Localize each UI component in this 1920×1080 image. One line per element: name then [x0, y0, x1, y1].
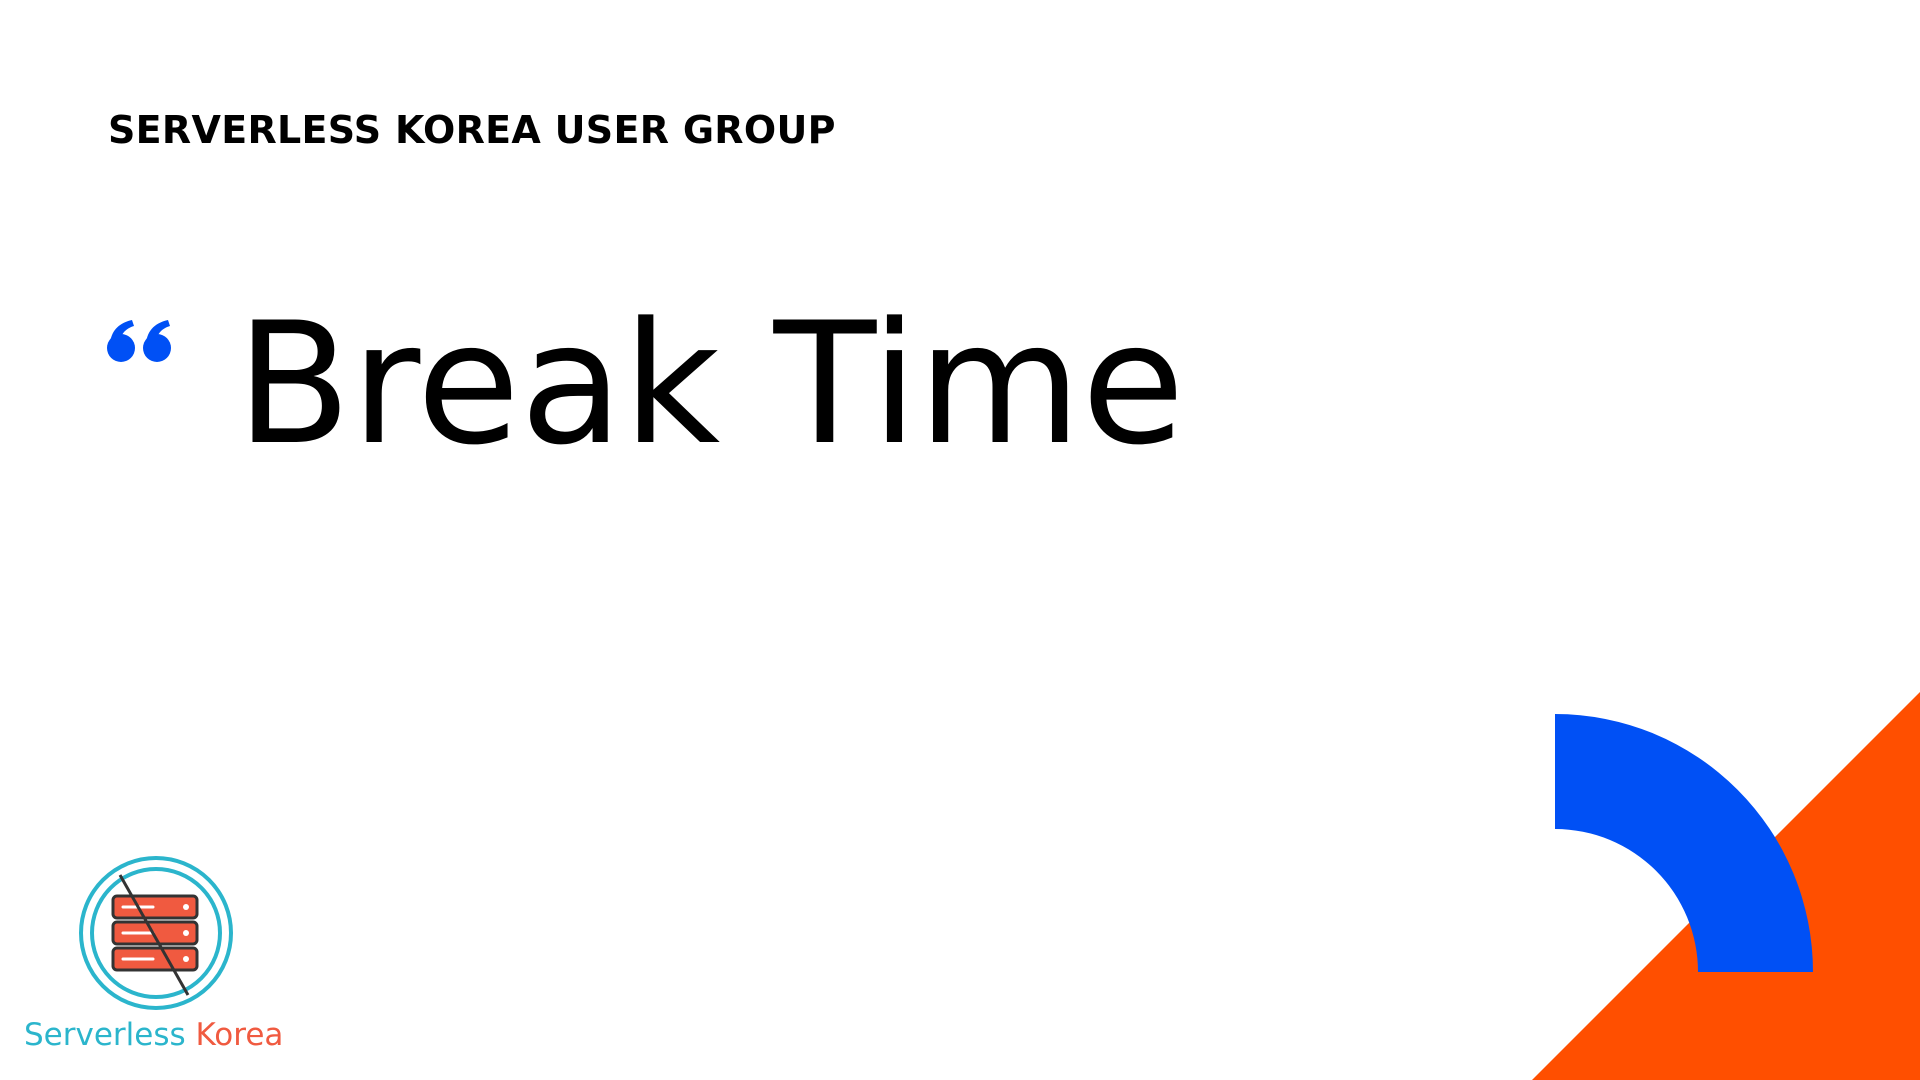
corner-decoration — [1532, 692, 1920, 1080]
slide: SERVERLESS KOREA USER GROUP Break Time S… — [0, 0, 1920, 1080]
